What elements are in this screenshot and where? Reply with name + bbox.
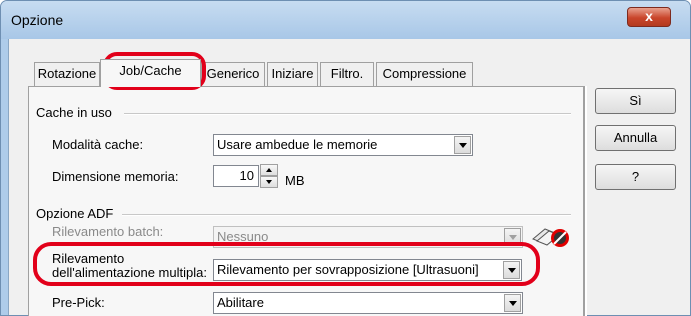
- chevron-down-icon[interactable]: [454, 136, 471, 154]
- memory-size-input[interactable]: 10: [213, 165, 259, 187]
- multifeed-label: Rilevamento dell'alimentazione multipla:: [52, 252, 207, 280]
- batch-detection-label: Rilevamento batch:: [52, 224, 164, 239]
- cache-group-divider: [124, 113, 571, 115]
- cancel-button[interactable]: Annulla: [595, 125, 676, 151]
- multifeed-detection-value: Rilevamento per sovrapposizione [Ultrasu…: [217, 262, 479, 277]
- batch-detection-value: Nessuno: [217, 229, 269, 244]
- cache-mode-value: Usare ambedue le memorie: [217, 137, 378, 152]
- tab-iniziare[interactable]: Iniziare: [267, 62, 318, 86]
- cache-mode-label: Modalità cache:: [52, 137, 144, 152]
- chevron-down-icon[interactable]: [503, 261, 520, 279]
- tab-filtro[interactable]: Filtro.: [320, 62, 374, 86]
- spin-down-icon[interactable]: [260, 176, 278, 188]
- prepick-label: Pre-Pick:: [52, 295, 105, 310]
- memory-size-label: Dimensione memoria:: [52, 169, 179, 184]
- tab-rotazione[interactable]: Rotazione: [34, 62, 100, 86]
- prepick-value: Abilitare: [217, 295, 264, 310]
- close-icon: x: [645, 8, 653, 24]
- title-bar[interactable]: Opzione x: [1, 1, 690, 39]
- memory-size-unit: MB: [285, 173, 305, 188]
- no-paper-feed-icon: [532, 228, 569, 247]
- adf-group-label: Opzione ADF: [36, 206, 114, 221]
- tab-compressione[interactable]: Compressione: [376, 62, 473, 86]
- cache-group-label: Cache in uso: [36, 105, 112, 120]
- tab-job-cache[interactable]: Job/Cache: [100, 59, 201, 87]
- tab-generico[interactable]: Generico: [201, 62, 265, 86]
- cache-mode-dropdown[interactable]: Usare ambedue le memorie: [213, 134, 473, 156]
- tab-panel-job-cache: [28, 86, 584, 316]
- adf-group-divider: [122, 214, 571, 216]
- multifeed-label-line1: Rilevamento: [52, 251, 125, 266]
- close-button[interactable]: x: [627, 7, 671, 27]
- spin-up-icon[interactable]: [260, 164, 278, 176]
- ok-button[interactable]: Sì: [595, 88, 676, 114]
- memory-size-stepper[interactable]: [260, 164, 278, 188]
- help-button[interactable]: ?: [595, 164, 676, 190]
- multifeed-label-line2: dell'alimentazione multipla:: [52, 265, 207, 280]
- window-title: Opzione: [11, 12, 64, 28]
- panel-scroll-edge: [584, 86, 587, 316]
- multifeed-detection-dropdown[interactable]: Rilevamento per sovrapposizione [Ultrasu…: [213, 259, 522, 281]
- chevron-down-icon: [504, 228, 521, 246]
- prepick-dropdown[interactable]: Abilitare: [213, 292, 523, 314]
- batch-detection-dropdown: Nessuno: [213, 226, 523, 248]
- chevron-down-icon[interactable]: [504, 294, 521, 312]
- memory-size-value: 10: [239, 168, 254, 183]
